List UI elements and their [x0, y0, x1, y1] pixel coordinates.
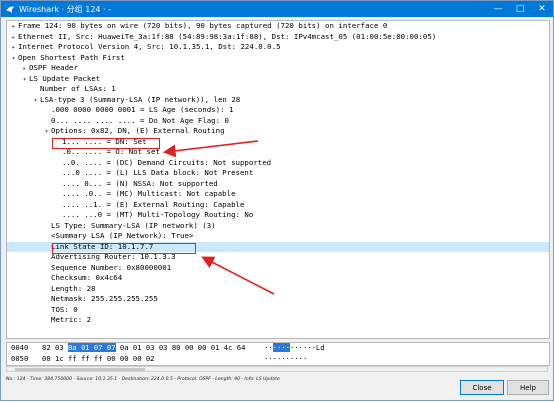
- annotation-arrow-dn: [162, 140, 259, 158]
- annotation-arrows: [162, 140, 275, 295]
- packet-detail-window: Wireshark · 分组 124 · - — □ ✕ ▸ Frame 124:…: [0, 0, 554, 401]
- annotation-arrow-link-state-id: [201, 256, 275, 295]
